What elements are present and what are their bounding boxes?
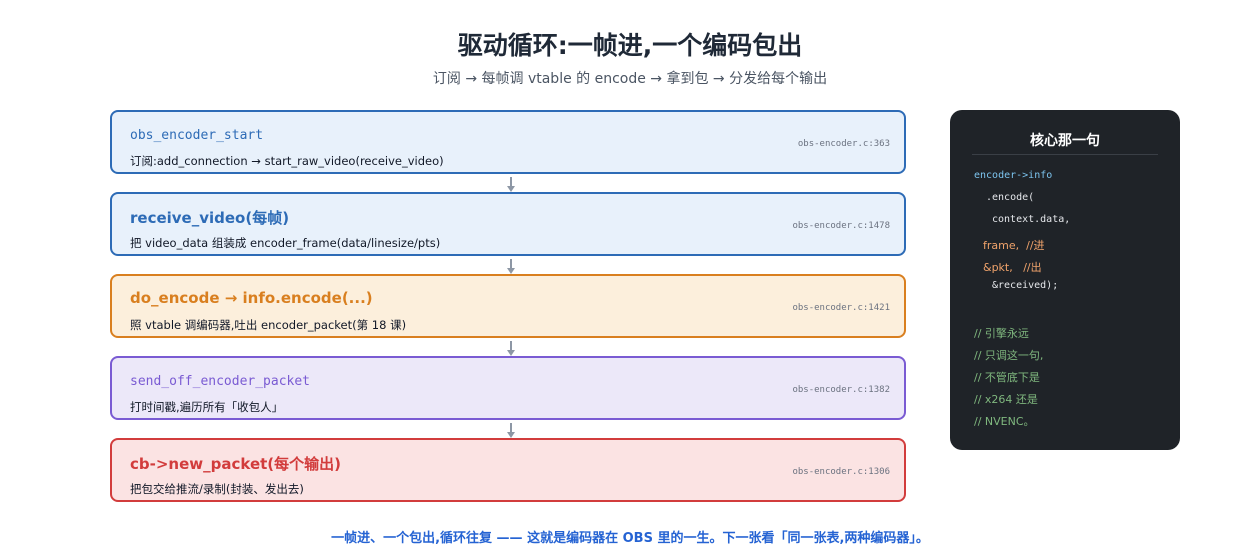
code-line: &pkt, //出 [983,261,1042,274]
step-new-packet: cb->new_packet(每个输出) obs-encoder.c:1306 … [110,438,906,502]
step-description: 订阅:add_connection → start_raw_video(rece… [130,154,444,168]
step-description: 打时间戳,遍历所有「收包人」 [130,400,284,414]
step-source-ref: obs-encoder.c:1382 [792,385,890,395]
code-line: context.data, [992,214,1071,225]
core-code-panel: 核心那一句 encoder->info .encode( context.dat… [950,110,1180,450]
panel-divider [972,154,1158,155]
page-title: 驱动循环:一帧进,一个编码包出 [457,31,803,60]
arrow-down-icon [507,423,515,438]
arrow-down-icon [507,259,515,274]
step-description: 把 video_data 组装成 encoder_frame(data/line… [130,236,441,250]
step-source-ref: obs-encoder.c:1478 [792,221,890,231]
step-name: send_off_encoder_packet [130,374,311,389]
step-encoder-start: obs_encoder_start obs-encoder.c:363 订阅:a… [110,110,906,174]
step-send-off-packet: send_off_encoder_packet obs-encoder.c:13… [110,356,906,420]
step-name: do_encode → info.encode(...) [130,289,373,307]
step-name: obs_encoder_start [130,128,264,143]
code-comment: // NVENC。 [974,415,1035,428]
code-line: frame, //进 [983,239,1045,252]
step-description: 照 vtable 调编码器,吐出 encoder_packet(第 18 课) [130,318,407,332]
code-comment: // 不管底下是 [974,371,1040,384]
step-name: cb->new_packet(每个输出) [130,455,342,473]
step-do-encode: do_encode → info.encode(...) obs-encoder… [110,274,906,338]
code-comment: // 只调这一句, [974,349,1044,362]
step-name: receive_video(每帧) [130,209,290,227]
panel-title: 核心那一句 [1030,133,1100,149]
code-line: &received); [992,280,1059,291]
code-comment: // 引擎永远 [974,327,1029,340]
footer-note: 一帧进、一个包出,循环往复 —— 这就是编码器在 OBS 里的一生。下一张看「同… [331,531,929,546]
step-source-ref: obs-encoder.c:1306 [792,467,890,477]
step-source-ref: obs-encoder.c:1421 [792,303,890,313]
arrow-down-icon [507,177,515,192]
page-subtitle: 订阅 → 每帧调 vtable 的 encode → 拿到包 → 分发给每个输出 [432,71,828,87]
arrow-down-icon [507,341,515,356]
code-comment: // x264 还是 [974,393,1038,406]
step-receive-video: receive_video(每帧) obs-encoder.c:1478 把 v… [110,192,906,256]
code-line: .encode( [986,192,1035,203]
code-line: encoder->info [974,170,1053,181]
step-source-ref: obs-encoder.c:363 [797,139,890,149]
step-description: 把包交给推流/录制(封装、发出去) [130,482,304,496]
